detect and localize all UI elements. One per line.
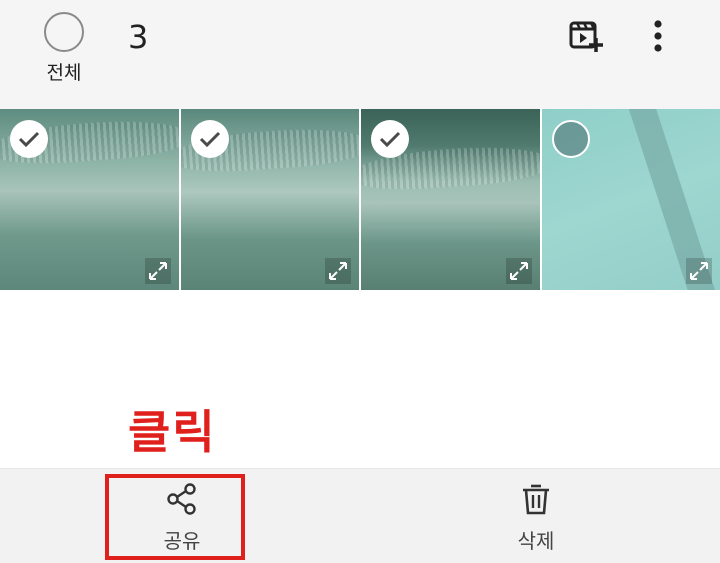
more-options-button[interactable] — [636, 14, 680, 58]
select-all-toggle[interactable]: 전체 — [28, 12, 100, 84]
select-all-label: 전체 — [46, 62, 82, 84]
photo-thumbnail[interactable] — [0, 109, 179, 290]
expand-icon[interactable] — [144, 258, 171, 284]
highlight-box — [105, 474, 245, 560]
delete-button[interactable]: 삭제 — [466, 481, 606, 561]
selection-toolbar: 전체 3 — [0, 0, 720, 109]
more-vert-icon — [654, 20, 662, 52]
click-annotation: 클릭 — [128, 405, 217, 459]
photo-thumbnail[interactable] — [180, 109, 359, 290]
selected-check-icon[interactable] — [371, 120, 409, 158]
photo-grid — [0, 109, 720, 290]
trash-icon — [523, 484, 549, 515]
delete-label: 삭제 — [517, 529, 555, 553]
photo-thumbnail[interactable] — [361, 109, 540, 290]
expand-icon[interactable] — [505, 258, 532, 284]
selected-count: 3 — [128, 18, 149, 56]
unselected-circle-icon[interactable] — [551, 120, 590, 158]
select-all-circle-icon[interactable] — [44, 12, 84, 52]
create-movie-button[interactable] — [564, 14, 608, 58]
expand-icon[interactable] — [325, 258, 351, 284]
photo-thumbnail[interactable] — [541, 109, 720, 290]
movie-add-icon — [569, 21, 603, 52]
expand-icon[interactable] — [686, 258, 712, 284]
selected-check-icon[interactable] — [10, 120, 48, 158]
selected-check-icon[interactable] — [190, 120, 229, 158]
